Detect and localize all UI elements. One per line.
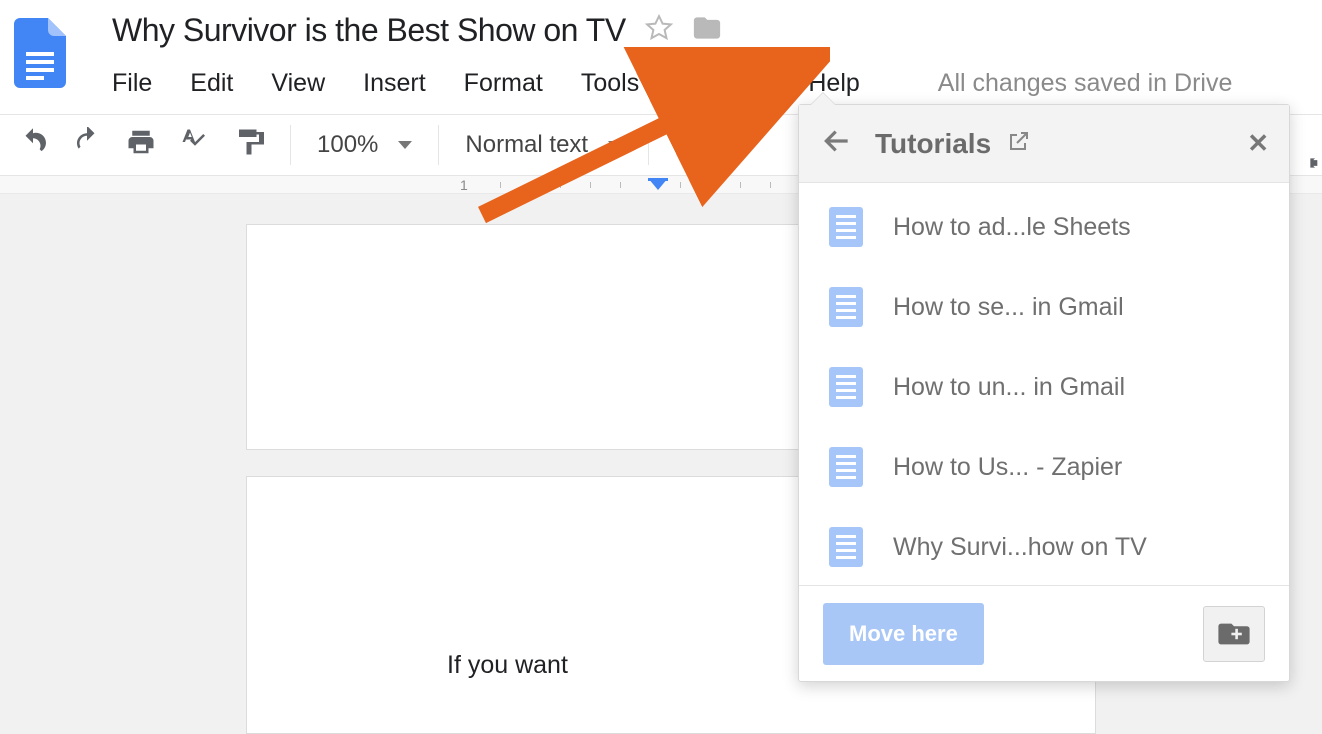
redo-icon[interactable] (72, 127, 102, 164)
doc-file-icon (829, 207, 863, 247)
move-here-button[interactable]: Move here (823, 603, 984, 665)
menubar: File Edit View Insert Format Tools Add-o… (112, 69, 1322, 98)
popover-header: Tutorials ✕ (799, 105, 1289, 183)
style-value: Normal text (465, 131, 588, 159)
star-icon[interactable] (644, 13, 674, 48)
chevron-down-icon (398, 141, 412, 149)
popover-file-list: How to ad...le Sheets How to se... in Gm… (799, 183, 1289, 585)
document-body-text: If you want (447, 651, 568, 679)
back-icon[interactable] (821, 125, 853, 162)
folder-icon[interactable] (692, 13, 722, 48)
doc-file-icon (829, 287, 863, 327)
titlebar: Why Survivor is the Best Show on TV File… (0, 0, 1322, 98)
menu-insert[interactable]: Insert (363, 69, 426, 98)
title-row: Why Survivor is the Best Show on TV (112, 12, 1322, 49)
list-item[interactable]: How to se... in Gmail (799, 267, 1289, 347)
title-area: Why Survivor is the Best Show on TV File… (112, 12, 1322, 98)
doc-file-icon (829, 527, 863, 567)
doc-file-icon (829, 367, 863, 407)
file-name: How to Us... - Zapier (893, 453, 1122, 482)
zoom-value: 100% (317, 131, 378, 159)
list-item[interactable]: How to un... in Gmail (799, 347, 1289, 427)
popover-footer: Move here (799, 585, 1289, 681)
list-item[interactable]: How to Us... - Zapier (799, 427, 1289, 507)
toolbar-separator (290, 125, 291, 165)
file-name: How to un... in Gmail (893, 373, 1125, 402)
move-to-popover: Tutorials ✕ How to ad...le Sheets How to… (798, 104, 1290, 682)
menu-format[interactable]: Format (464, 69, 543, 98)
list-item[interactable]: How to ad...le Sheets (799, 187, 1289, 267)
document-title[interactable]: Why Survivor is the Best Show on TV (112, 12, 626, 49)
menu-view[interactable]: View (271, 69, 325, 98)
menu-edit[interactable]: Edit (190, 69, 233, 98)
file-name: Why Survi...how on TV (893, 533, 1147, 562)
popover-folder-title: Tutorials (875, 128, 1031, 160)
save-status: All changes saved in Drive (938, 69, 1233, 98)
docs-app-icon[interactable] (14, 18, 66, 88)
paint-format-icon[interactable] (234, 127, 264, 164)
undo-icon[interactable] (18, 127, 48, 164)
paragraph-style-dropdown[interactable]: Normal text (465, 131, 622, 159)
new-folder-button[interactable] (1203, 606, 1265, 662)
menu-addons[interactable]: Add-ons (677, 69, 770, 98)
toolbar-history-group (18, 127, 264, 164)
toolbar-separator (438, 125, 439, 165)
menu-file[interactable]: File (112, 69, 152, 98)
menu-tools[interactable]: Tools (581, 69, 639, 98)
file-name: How to ad...le Sheets (893, 213, 1131, 242)
popover-caret (811, 93, 835, 105)
ruler-number: 1 (460, 177, 468, 193)
list-item[interactable]: Why Survi...how on TV (799, 507, 1289, 587)
font-value: Arial (675, 131, 723, 159)
spellcheck-icon[interactable] (180, 127, 210, 164)
toolbar-separator (648, 125, 649, 165)
font-dropdown[interactable]: Arial (675, 131, 723, 159)
indent-marker-icon[interactable] (648, 178, 668, 192)
chevron-down-icon (608, 141, 622, 149)
close-icon[interactable]: ✕ (1247, 128, 1269, 159)
zoom-dropdown[interactable]: 100% (317, 131, 412, 159)
print-icon[interactable] (126, 127, 156, 164)
folder-name-label: Tutorials (875, 128, 991, 160)
doc-file-icon (829, 447, 863, 487)
open-in-new-icon[interactable] (1007, 128, 1031, 160)
toolbar-overflow-icon[interactable] (1308, 154, 1322, 172)
file-name: How to se... in Gmail (893, 293, 1124, 322)
